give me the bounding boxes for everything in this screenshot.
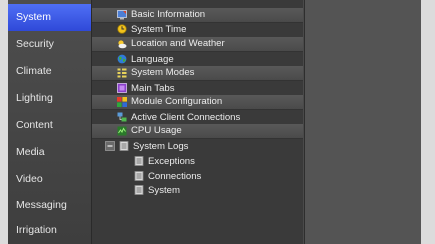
sidebar-item-label: Video [16, 173, 43, 185]
tree-item-basic-information[interactable]: Basic Information [92, 8, 303, 23]
tree-item-location-and-weather[interactable]: Location and Weather [92, 37, 303, 52]
tree-item-label: System [148, 184, 180, 196]
sidebar-item-label: Security [16, 38, 54, 50]
tree-item-label: Location and Weather [131, 38, 225, 50]
sidebar-item-label: Irrigation [16, 224, 57, 236]
tree-item-system-time[interactable]: System Time [92, 22, 303, 37]
log-file-icon [134, 171, 144, 182]
sidebar-item-irrigation[interactable]: Irrigation [8, 217, 91, 244]
screenshot-frame: System Security Climate Lighting Content… [0, 0, 435, 244]
sidebar-item-messaging[interactable]: Messaging [8, 192, 91, 219]
sidebar-item-video[interactable]: Video [8, 166, 91, 193]
tree-item-system-logs[interactable]: System Logs [92, 139, 303, 154]
settings-window: System Security Climate Lighting Content… [8, 0, 421, 244]
module-icon [117, 96, 127, 107]
tree-item-label: System Logs [133, 140, 189, 152]
log-file-icon [134, 156, 144, 167]
tree-item-label: Active Client Connections [131, 111, 241, 123]
tree-item-label: CPU Usage [131, 125, 182, 137]
info-monitor-icon [117, 9, 127, 20]
content-panel [304, 0, 421, 244]
sidebar-item-content[interactable]: Content [8, 112, 91, 139]
tree-item-label: Basic Information [131, 9, 206, 21]
tree-item-label: Main Tabs [131, 82, 175, 94]
sidebar-item-label: Content [16, 119, 53, 131]
collapse-icon[interactable] [105, 141, 115, 152]
log-file-icon [134, 185, 144, 196]
cpu-icon [117, 126, 127, 136]
sidebar-item-label: Lighting [16, 92, 53, 104]
tree-item-label: System Time [131, 23, 187, 35]
settings-tree: Basic Information System Time Location a… [92, 0, 303, 244]
sidebar-item-security[interactable]: Security [8, 31, 91, 58]
sidebar-item-climate[interactable]: Climate [8, 58, 91, 85]
tabs-icon [117, 83, 127, 94]
weather-icon [117, 39, 127, 49]
tree-item-label: Exceptions [148, 155, 195, 167]
sidebar-item-label: System [16, 11, 52, 23]
tree-item-connections[interactable]: Connections [92, 169, 303, 184]
clock-icon [117, 24, 127, 34]
sidebar-item-system[interactable]: System [8, 4, 91, 31]
tree-item-label: Module Configuration [131, 96, 223, 108]
tree-item-label: Connections [148, 170, 202, 182]
tree-item-main-tabs[interactable]: Main Tabs [92, 81, 303, 96]
tree-item-system[interactable]: System [92, 183, 303, 198]
tree-item-cpu-usage[interactable]: CPU Usage [92, 124, 303, 139]
log-folder-icon [119, 141, 129, 152]
globe-icon [117, 54, 127, 64]
tree-item-label: System Modes [131, 67, 195, 79]
sidebar-item-label: Climate [16, 65, 52, 77]
sidebar-item-label: Messaging [16, 199, 67, 211]
tree-item-exceptions[interactable]: Exceptions [92, 154, 303, 169]
tree-item-module-configuration[interactable]: Module Configuration [92, 95, 303, 110]
tree-item-system-modes[interactable]: System Modes [92, 66, 303, 81]
sidebar-item-lighting[interactable]: Lighting [8, 85, 91, 112]
category-sidebar: System Security Climate Lighting Content… [8, 0, 92, 244]
modes-icon [117, 68, 127, 78]
connections-icon [117, 112, 127, 122]
sidebar-item-label: Media [16, 146, 45, 158]
tree-item-language[interactable]: Language [92, 52, 303, 67]
tree-item-label: Language [131, 53, 174, 65]
tree-item-active-client-connections[interactable]: Active Client Connections [92, 110, 303, 125]
sidebar-item-media[interactable]: Media [8, 139, 91, 166]
